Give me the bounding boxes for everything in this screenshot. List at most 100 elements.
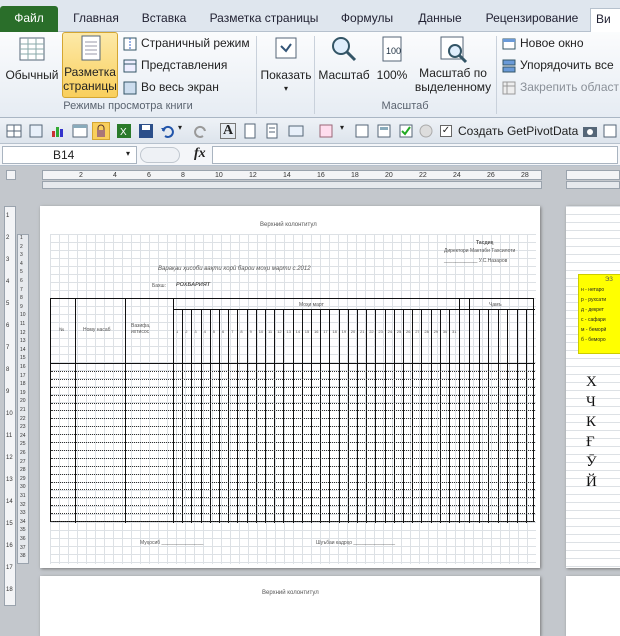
- table-row[interactable]: [51, 418, 535, 420]
- row-header[interactable]: 28: [20, 467, 26, 473]
- tab-home[interactable]: Главная: [66, 8, 126, 32]
- row-header[interactable]: 11: [20, 321, 25, 327]
- save-icon[interactable]: [138, 123, 154, 139]
- sheet-icon[interactable]: [28, 123, 44, 139]
- format-icon[interactable]: [318, 123, 334, 139]
- row-header[interactable]: 8: [20, 295, 23, 301]
- table-row[interactable]: [51, 394, 535, 396]
- page-break-preview-button[interactable]: Страничный режим: [123, 34, 250, 52]
- tab-insert[interactable]: Вставка: [134, 8, 194, 32]
- tab-file[interactable]: Файл: [0, 6, 58, 32]
- header-placeholder[interactable]: Верхний колонтитул: [260, 222, 317, 228]
- undo-icon[interactable]: [160, 123, 176, 139]
- new-window-button[interactable]: Новое окно: [502, 34, 584, 52]
- getpivotdata-checkbox[interactable]: ✓: [440, 125, 452, 137]
- tab-page-layout[interactable]: Разметка страницы: [204, 8, 324, 32]
- calc-icon[interactable]: [376, 123, 392, 139]
- formula-input[interactable]: [212, 146, 618, 164]
- table-row[interactable]: [51, 442, 535, 443]
- row-header[interactable]: 27: [20, 459, 26, 465]
- chevron-down-icon[interactable]: ▾: [126, 149, 130, 158]
- chevron-down-icon[interactable]: ▾: [178, 123, 186, 139]
- table-row[interactable]: [51, 457, 535, 459]
- row-header[interactable]: 22: [20, 416, 26, 422]
- circle-icon[interactable]: [418, 123, 434, 139]
- table-row[interactable]: [51, 370, 535, 372]
- tab-data[interactable]: Данные: [410, 8, 470, 32]
- row-header[interactable]: 31: [20, 493, 26, 499]
- chevron-down-icon[interactable]: ▾: [340, 123, 348, 139]
- row-header[interactable]: 7: [20, 287, 23, 293]
- table-row[interactable]: [51, 505, 535, 507]
- filter-icon[interactable]: [288, 123, 304, 139]
- row-header[interactable]: 13: [20, 338, 26, 344]
- table-row[interactable]: [51, 513, 535, 515]
- arrange-all-button[interactable]: Упорядочить все: [502, 56, 614, 74]
- chart-icon[interactable]: [50, 123, 66, 139]
- normal-view-button[interactable]: Обычный: [4, 34, 60, 98]
- row-header[interactable]: 23: [20, 424, 26, 430]
- header-placeholder-2[interactable]: Верхний колонтитул: [262, 590, 319, 596]
- lock-icon[interactable]: [92, 122, 110, 140]
- row-header[interactable]: 19: [20, 390, 26, 396]
- full-screen-button[interactable]: Во весь экран: [123, 78, 219, 96]
- row-header[interactable]: 30: [20, 484, 26, 490]
- row-header[interactable]: 37: [20, 545, 26, 551]
- table-row[interactable]: [51, 410, 535, 412]
- table-row[interactable]: [51, 489, 535, 491]
- zoom-100-button[interactable]: 100 100%: [372, 34, 412, 98]
- zoom-button[interactable]: Масштаб: [318, 34, 370, 98]
- row-header[interactable]: 34: [20, 519, 26, 525]
- row-header[interactable]: 18: [20, 381, 26, 387]
- row-header[interactable]: 25: [20, 441, 26, 447]
- tab-review[interactable]: Рецензирование: [480, 8, 584, 32]
- fx-icon[interactable]: fx: [194, 146, 206, 162]
- show-button[interactable]: Показать ▾: [260, 34, 312, 98]
- table-row[interactable]: [51, 402, 535, 404]
- form-icon[interactable]: [602, 123, 618, 139]
- row-header[interactable]: 15: [20, 355, 26, 361]
- table-row[interactable]: [51, 426, 535, 428]
- row-header[interactable]: 32: [20, 502, 26, 508]
- table-row[interactable]: [51, 497, 535, 499]
- row-header[interactable]: 9: [20, 304, 23, 310]
- table-row[interactable]: [51, 465, 535, 467]
- row-header[interactable]: 12: [20, 330, 26, 336]
- row-header[interactable]: 26: [20, 450, 26, 456]
- row-header[interactable]: 38: [20, 553, 26, 559]
- row-header[interactable]: 3: [20, 252, 23, 258]
- row-header[interactable]: 21: [20, 407, 26, 413]
- row-header[interactable]: 35: [20, 527, 26, 533]
- table-row[interactable]: [51, 481, 535, 483]
- table-icon[interactable]: [72, 123, 88, 139]
- page-layout-view-button[interactable]: Разметка страницы: [62, 32, 118, 98]
- check-sheet-icon[interactable]: [398, 123, 414, 139]
- camera-icon[interactable]: [582, 123, 598, 139]
- select-all-corner[interactable]: [6, 170, 16, 180]
- custom-views-button[interactable]: Представления: [123, 56, 227, 74]
- tab-view[interactable]: Ви: [590, 8, 620, 33]
- table-row[interactable]: [51, 434, 535, 436]
- row-header[interactable]: 4: [20, 261, 23, 267]
- excel-icon[interactable]: X: [116, 123, 132, 139]
- row-header[interactable]: 20: [20, 398, 26, 404]
- freeze-panes-button[interactable]: Закрепить област: [502, 78, 619, 96]
- name-box[interactable]: B14: [2, 146, 137, 164]
- table-row[interactable]: [51, 378, 535, 380]
- row-header[interactable]: 29: [20, 476, 26, 482]
- tab-formulas[interactable]: Формулы: [334, 8, 400, 32]
- font-a-icon[interactable]: A: [220, 123, 236, 139]
- row-header[interactable]: 17: [20, 373, 26, 379]
- row-header[interactable]: 1: [20, 235, 23, 241]
- table-row[interactable]: [51, 473, 535, 475]
- row-header[interactable]: 33: [20, 510, 26, 516]
- zoom-selection-button[interactable]: Масштаб по выделенному: [414, 34, 492, 98]
- row-header[interactable]: 10: [20, 312, 26, 318]
- page-icon[interactable]: [242, 123, 258, 139]
- grid-icon[interactable]: [6, 123, 22, 139]
- row-header[interactable]: 24: [20, 433, 26, 439]
- row-header[interactable]: 16: [20, 364, 26, 370]
- row-header[interactable]: 14: [20, 347, 26, 353]
- row-header[interactable]: 36: [20, 536, 26, 542]
- redo-icon[interactable]: [192, 123, 208, 139]
